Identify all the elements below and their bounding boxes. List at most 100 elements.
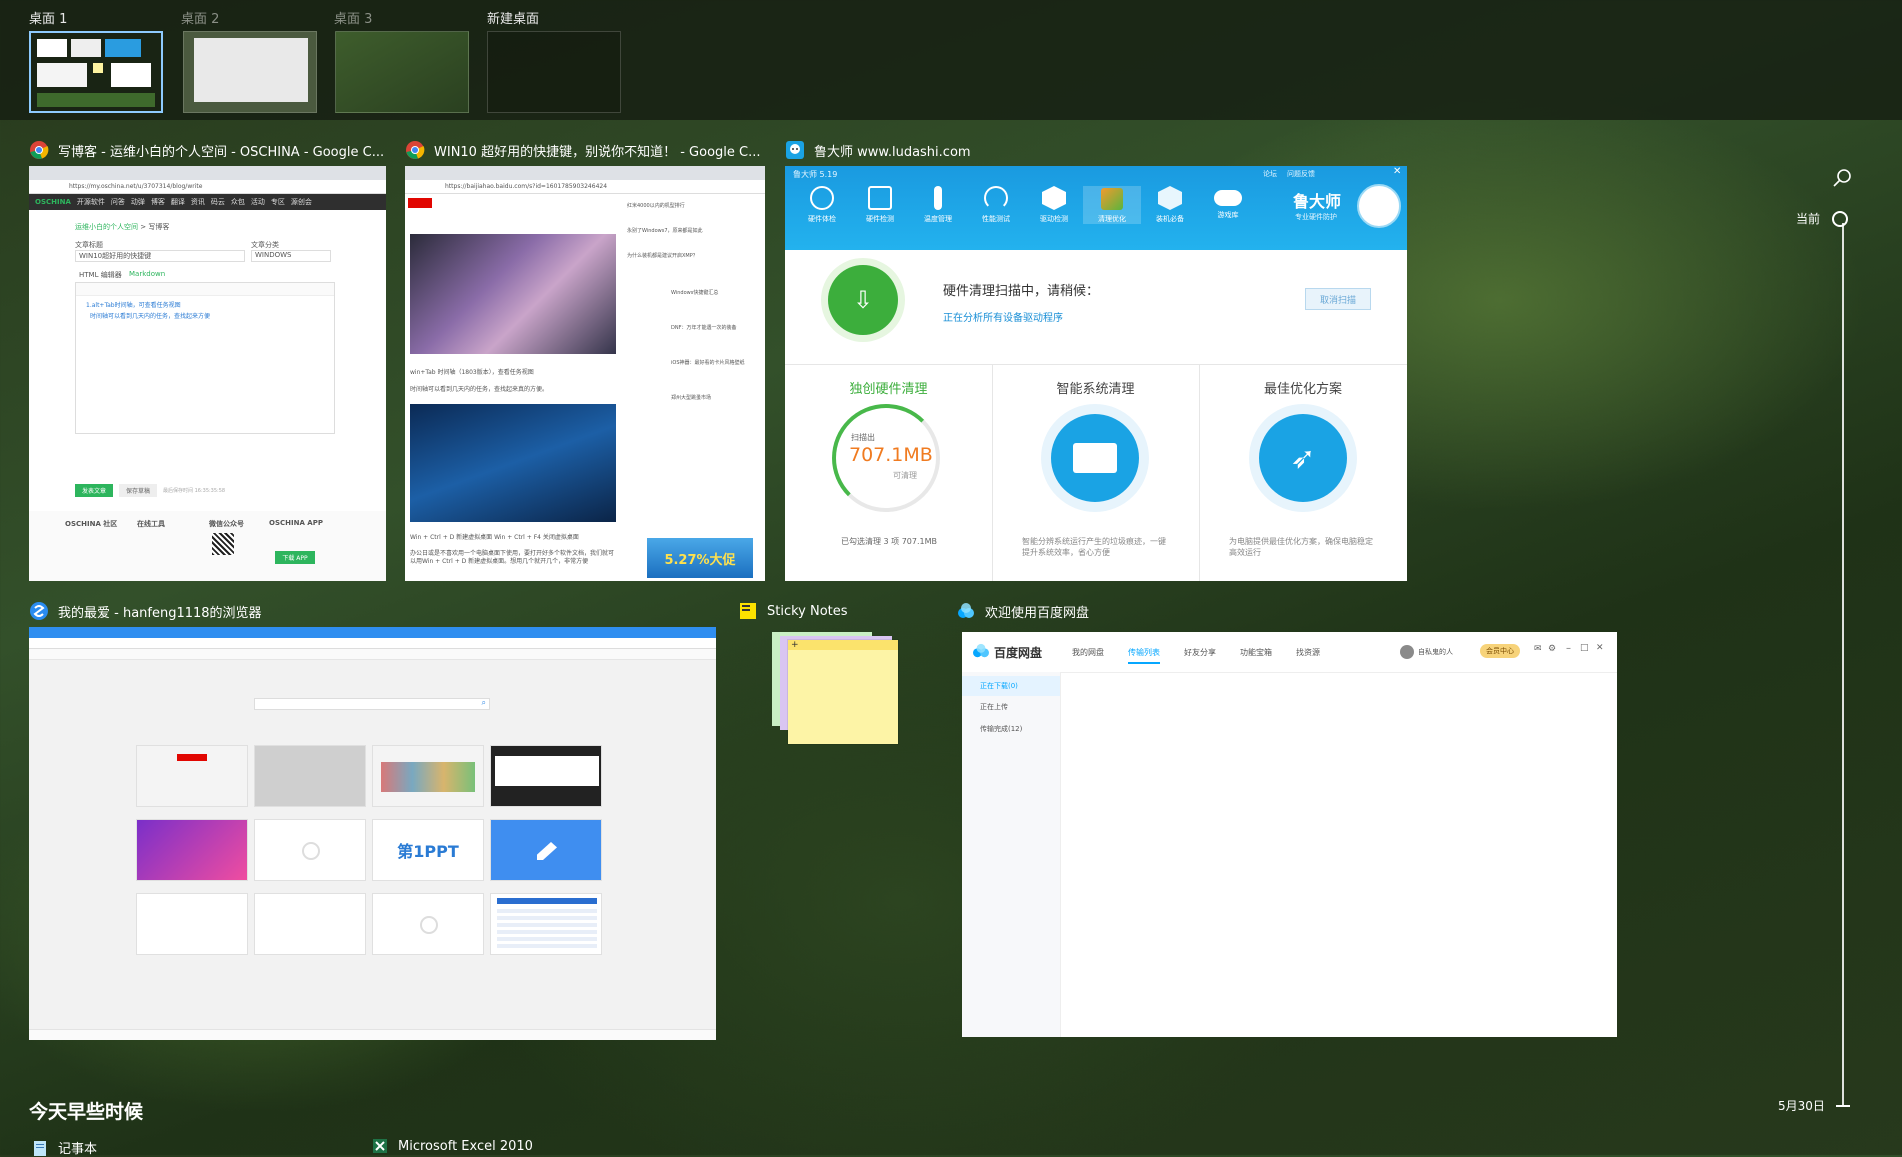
editor-area[interactable]: 1.alt+Tab时间轴，可查看任务视图 时间轴可以看到几天内的任务，查找起来方…	[75, 282, 335, 434]
article-para-1: win+Tab 时间轴（1803版本），查看任务视图	[410, 369, 534, 376]
sidebar-link[interactable]: DNF：万年才能遇一次的装备	[627, 324, 755, 331]
speed-dial-tile[interactable]	[372, 893, 484, 955]
sidebar-link[interactable]: 红米4000以内的机型排行	[627, 202, 755, 209]
speed-dial-tile[interactable]	[490, 819, 602, 881]
speed-dial-tile[interactable]	[136, 819, 248, 881]
forum-link[interactable]: 论坛	[1263, 169, 1277, 179]
cancel-scan-button[interactable]: 取消扫描	[1305, 288, 1371, 310]
sidebar-link[interactable]: 郑州大型跳蚤市场	[627, 394, 755, 401]
tab-hardware-detect[interactable]: 硬件检测	[851, 186, 909, 224]
activity-item-notepad[interactable]: 记事本	[32, 1138, 97, 1157]
window-sogou-browser[interactable]: ⌕ 第1PPT	[29, 627, 716, 1040]
activity-item-excel[interactable]: Microsoft Excel 2010	[372, 1138, 533, 1154]
maximize-icon[interactable]: □	[1580, 643, 1589, 653]
minimize-icon[interactable]: –	[1566, 643, 1571, 654]
breadcrumb-link[interactable]: 运维小白的个人空间	[75, 223, 138, 231]
nav-item[interactable]: 问答	[111, 197, 125, 207]
window-title-ludashi[interactable]: 鲁大师 www.ludashi.com	[785, 139, 1155, 161]
nav-find-resources[interactable]: 找资源	[1296, 647, 1320, 658]
window-title-baidu[interactable]: WIN10 超好用的快捷键，别说你不知道！ - Google C...	[405, 139, 775, 161]
desktop-3-label: 桌面 3	[334, 12, 373, 27]
nav-item[interactable]: 开源软件	[77, 197, 105, 207]
username[interactable]: 自私鬼的人	[1418, 647, 1453, 657]
speed-dial-tile[interactable]	[372, 745, 484, 807]
tab-game-library[interactable]: 游戏库	[1199, 186, 1257, 224]
speed-dial-tile[interactable]: 第1PPT	[372, 819, 484, 881]
speed-dial-tile[interactable]	[490, 893, 602, 955]
speed-dial-tile[interactable]	[490, 745, 602, 807]
tab-html-editor[interactable]: HTML 编辑器	[79, 270, 122, 280]
speed-dial-tile[interactable]	[136, 745, 248, 807]
window-baidu-netdisk[interactable]: 百度网盘 我的网盘 传输列表 好友分享 功能宝箱 找资源 自私鬼的人 会员中心 …	[962, 632, 1617, 1037]
tab-clean-optimize[interactable]: 清理优化	[1083, 186, 1141, 224]
speed-dial-tile[interactable]	[254, 745, 366, 807]
publish-button[interactable]: 发表文章	[75, 484, 113, 497]
sidebar-item-completed[interactable]: 传输完成(12)	[962, 718, 1060, 740]
sidebar-link[interactable]: iOS神器：最好看的卡片风格壁纸	[627, 359, 755, 366]
avatar[interactable]	[1400, 645, 1414, 659]
settings-icon[interactable]: ⚙	[1548, 644, 1556, 654]
class-select[interactable]: WINDOWS	[251, 250, 331, 262]
vip-center-button[interactable]: 会员中心	[1480, 644, 1520, 658]
optimize-icon[interactable]: ➶	[1249, 404, 1357, 512]
tab-essentials[interactable]: 装机必备	[1141, 186, 1199, 224]
window-sticky-notes[interactable]: +	[770, 630, 900, 744]
nav-item[interactable]: 众包	[231, 197, 245, 207]
nav-item[interactable]: 专区	[271, 197, 285, 207]
scan-title: 硬件清理扫描中，请稍候：	[943, 284, 1100, 299]
sidebar-item-downloading[interactable]: 正在下载(0)	[962, 676, 1060, 696]
tab-driver[interactable]: 驱动检测	[1025, 186, 1083, 224]
sticky-note-yellow[interactable]: +	[788, 640, 898, 744]
title-input[interactable]: WIN10超好用的快捷键	[75, 250, 245, 262]
window-title-sogou[interactable]: 我的最爱 - hanfeng1118的浏览器	[29, 600, 529, 622]
new-desktop-button[interactable]	[487, 31, 621, 113]
search-icon[interactable]	[1832, 168, 1852, 188]
download-app-button[interactable]: 下载 APP	[275, 551, 315, 564]
search-icon[interactable]: ⌕	[482, 698, 486, 708]
window-title-sticky-notes[interactable]: Sticky Notes	[738, 600, 878, 622]
nav-my-disk[interactable]: 我的网盘	[1072, 647, 1104, 658]
nav-item[interactable]: 动弹	[131, 197, 145, 207]
system-clean-icon[interactable]	[1041, 404, 1149, 512]
nav-item[interactable]: 活动	[251, 197, 265, 207]
close-icon[interactable]: ✕	[1596, 643, 1604, 653]
nav-item[interactable]: 博客	[151, 197, 165, 207]
sidebar-link[interactable]: Windows快捷键汇总	[627, 289, 755, 296]
search-input[interactable]: ⌕	[254, 698, 490, 710]
nav-item[interactable]: 翻译	[171, 197, 185, 207]
desktop-2-thumbnail[interactable]	[183, 31, 317, 113]
desktop-1-thumbnail[interactable]	[29, 31, 163, 113]
timeline-date-label[interactable]: 5月30日	[1778, 1097, 1825, 1114]
nav-transfer-list[interactable]: 传输列表	[1128, 647, 1160, 664]
desktop-3-thumbnail[interactable]	[335, 31, 469, 113]
timeline-track[interactable]	[1842, 223, 1844, 1105]
nav-toolbox[interactable]: 功能宝箱	[1240, 647, 1272, 658]
window-baidu-article[interactable]: https://baijiahao.baidu.com/s?id=1601785…	[405, 166, 765, 581]
sidebar-link[interactable]: 永别了Windows7，原来都是如此	[627, 227, 755, 234]
nav-friend-share[interactable]: 好友分享	[1184, 647, 1216, 658]
nav-item[interactable]: 源创会	[291, 197, 312, 207]
timeline-handle[interactable]	[1832, 211, 1848, 227]
article-para-4: 办公日或是不喜欢用一个电脑桌面下使用，要打开好多个软件文档，我们就可以用Win …	[410, 550, 615, 565]
window-title-baidupan[interactable]: 欢迎使用百度网盘	[956, 600, 1256, 622]
window-title-oschina[interactable]: 写博客 - 运维小白的个人空间 - OSCHINA - Google C...	[29, 139, 399, 161]
speed-dial-tile[interactable]	[254, 819, 366, 881]
tab-hardware-check[interactable]: 硬件体检	[793, 186, 851, 224]
nav-item[interactable]: 资讯	[191, 197, 205, 207]
promo-banner[interactable]: 5.27%大促	[647, 538, 753, 578]
speed-dial-tile[interactable]	[254, 893, 366, 955]
sidebar-item-uploading[interactable]: 正在上传	[962, 696, 1060, 718]
mail-icon[interactable]: ✉	[1534, 644, 1542, 654]
sidebar-link[interactable]: 为什么装机都是建议开启XMP？	[627, 252, 755, 259]
tab-performance[interactable]: 性能测试	[967, 186, 1025, 224]
window-oschina[interactable]: https://my.oschina.net/u/3707314/blog/wr…	[29, 166, 386, 581]
speed-dial-tile[interactable]	[136, 893, 248, 955]
save-draft-button[interactable]: 保存草稿	[119, 484, 157, 497]
window-ludashi[interactable]: 鲁大师 5.19 论坛 问题反馈 ✕ 硬件体检 硬件检测 温度管理 性能测试 驱…	[785, 166, 1407, 581]
tab-temperature[interactable]: 温度管理	[909, 186, 967, 224]
address-bar[interactable]	[29, 638, 716, 649]
feedback-link[interactable]: 问题反馈	[1287, 169, 1315, 179]
nav-item[interactable]: 码云	[211, 197, 225, 207]
close-icon[interactable]: ✕	[1393, 166, 1401, 177]
tab-markdown[interactable]: Markdown	[129, 270, 165, 278]
